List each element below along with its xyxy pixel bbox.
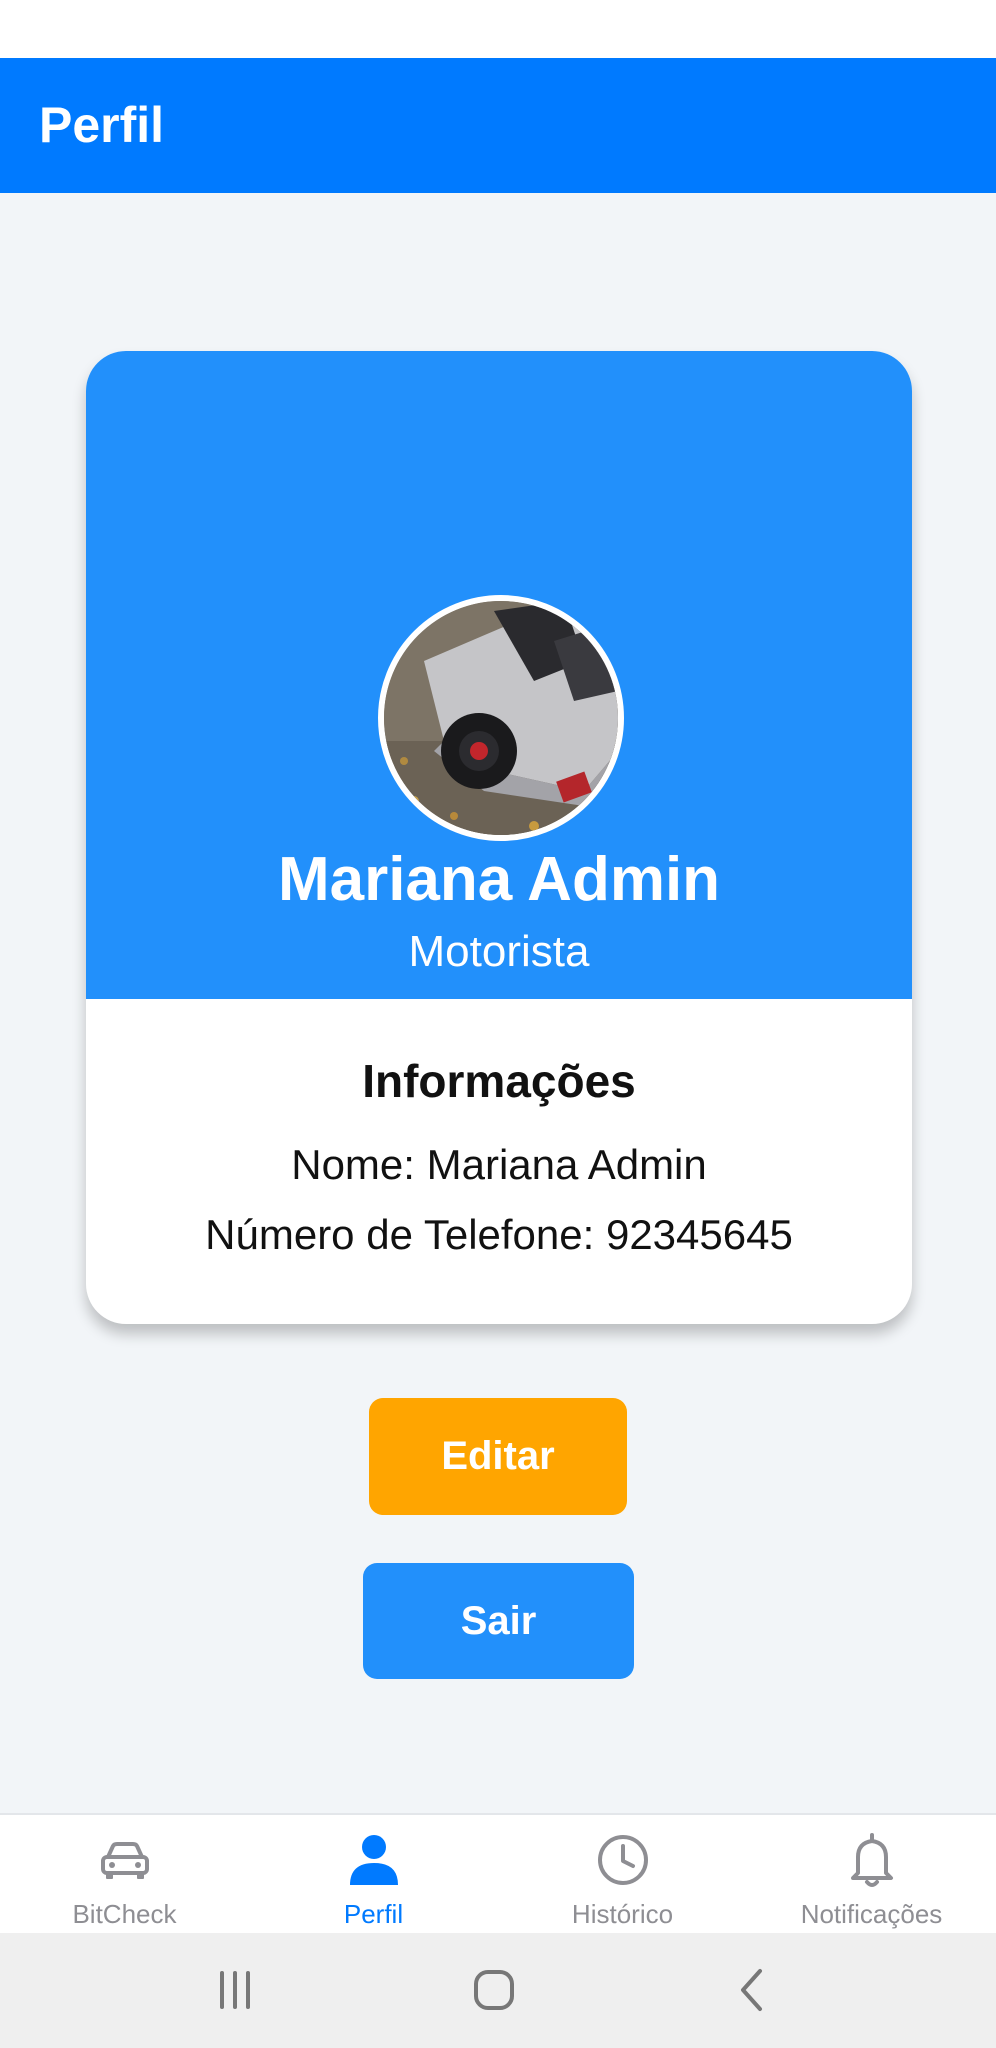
profile-name: Mariana Admin xyxy=(277,845,721,914)
home-icon[interactable] xyxy=(459,1955,529,2025)
nav-item-bitcheck[interactable]: BitCheck xyxy=(0,1815,249,1935)
user-icon xyxy=(349,1835,398,1885)
avatar xyxy=(378,595,624,841)
profile-role: Motorista xyxy=(408,927,590,976)
info-phone-line: Número de Telefone: 92345645 xyxy=(205,1211,793,1258)
profile-card-header: Mariana Admin Motorista xyxy=(86,351,912,999)
nav-item-perfil[interactable]: Perfil xyxy=(249,1815,498,1935)
back-icon[interactable] xyxy=(718,1955,788,2025)
car-photo-icon xyxy=(384,601,618,835)
info-name-line: Nome: Mariana Admin xyxy=(291,1141,707,1188)
nav-label-bitcheck: BitCheck xyxy=(72,1899,177,1929)
info-section-title: Informações xyxy=(362,1055,636,1107)
recent-apps-icon[interactable] xyxy=(200,1955,270,2025)
nav-label-perfil: Perfil xyxy=(343,1899,404,1929)
bell-icon xyxy=(850,1833,893,1887)
nav-item-notificacoes[interactable]: Notificações xyxy=(747,1815,996,1935)
logout-button[interactable]: Sair xyxy=(363,1563,634,1679)
nav-label-notificacoes: Notificações xyxy=(800,1899,943,1929)
nav-item-historico[interactable]: Histórico xyxy=(498,1815,747,1935)
status-bar xyxy=(0,0,996,58)
profile-card: Mariana Admin Motorista Informações Nome… xyxy=(86,351,912,1324)
edit-button[interactable]: Editar xyxy=(369,1398,627,1515)
page-title: Perfil xyxy=(39,97,165,153)
car-icon xyxy=(100,1842,149,1879)
app-header: Perfil xyxy=(0,58,996,193)
nav-label-historico: Histórico xyxy=(571,1899,674,1929)
system-nav-bar xyxy=(0,1933,996,2048)
clock-icon xyxy=(597,1835,648,1885)
bottom-nav: BitCheck Perfil Histórico Notificações xyxy=(0,1813,996,1935)
